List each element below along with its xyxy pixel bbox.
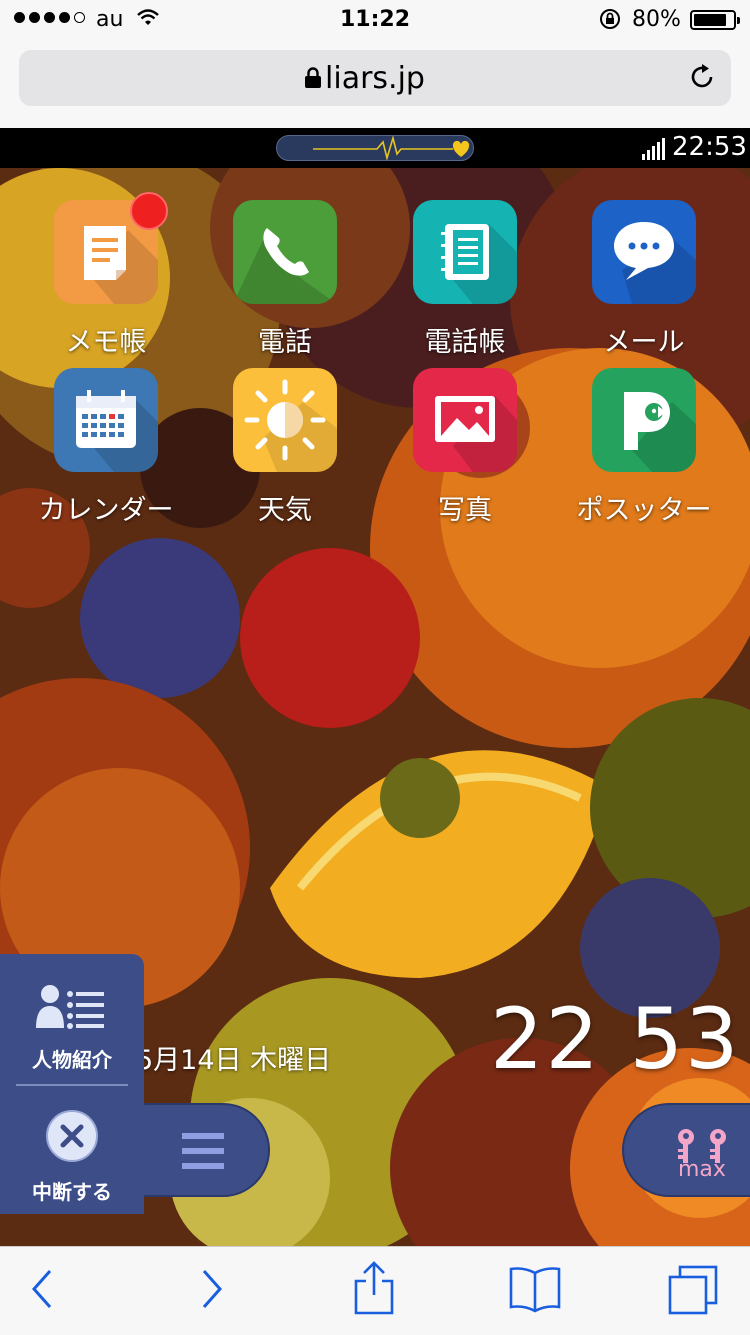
close-icon (60, 1124, 84, 1148)
phone-icon (233, 200, 337, 304)
signal-bars-icon (642, 138, 665, 160)
side-panel: 人物紹介 中断する (0, 954, 144, 1214)
profile-button-label[interactable]: 人物紹介 (0, 1044, 144, 1073)
app-photos[interactable]: 写真 (375, 368, 555, 527)
book-icon[interactable] (508, 1265, 562, 1313)
postter-icon (592, 368, 696, 472)
lock-clock: 22 53 (490, 990, 741, 1088)
notification-badge (130, 192, 168, 230)
quit-button-label[interactable]: 中断する (0, 1176, 144, 1205)
battery-percent: 80% (632, 7, 681, 32)
app-calendar[interactable]: カレンダー (16, 368, 196, 527)
hamburger-icon (182, 1133, 224, 1169)
keys-button[interactable]: max (622, 1103, 750, 1197)
app-label: 電話帳 (424, 327, 506, 358)
app-weather[interactable]: 天気 (195, 368, 375, 527)
address-book-icon (413, 200, 517, 304)
mail-bubble-icon (592, 200, 696, 304)
app-mail[interactable]: メール (554, 200, 734, 359)
app-label: ポスッター (576, 495, 712, 526)
game-screen: 22:53 メモ帳 電話 電話帳 メール カレンダー 天気 写真 ポスッター 5… (0, 128, 750, 1246)
date-text: 5月14日 木曜日 (136, 1045, 332, 1076)
app-label: 写真 (438, 495, 492, 526)
browser-toolbar (0, 1246, 750, 1335)
keys-label: max (678, 1157, 726, 1182)
divider (16, 1084, 128, 1086)
app-label: メール (603, 327, 685, 358)
app-label: メモ帳 (65, 327, 147, 358)
profile-list-icon[interactable] (36, 984, 108, 1032)
calendar-icon (54, 368, 158, 472)
photo-icon (413, 368, 517, 472)
chevron-left-icon[interactable] (28, 1265, 58, 1313)
app-postter[interactable]: ポスッター (554, 368, 734, 527)
quit-button[interactable] (46, 1110, 98, 1162)
app-address-book[interactable]: 電話帳 (375, 200, 555, 359)
battery-icon (690, 10, 740, 30)
rotation-lock-icon (600, 9, 620, 29)
app-label: カレンダー (38, 495, 174, 526)
app-label: 天気 (258, 495, 312, 526)
share-icon[interactable] (352, 1261, 396, 1315)
phone-status-bar: 22:53 (0, 128, 750, 168)
app-memo[interactable]: メモ帳 (16, 192, 196, 359)
url-text: liars.jp (325, 61, 425, 96)
sun-icon (233, 368, 337, 472)
heartbeat-meter (276, 135, 474, 161)
app-label: 電話 (258, 327, 312, 358)
app-phone[interactable]: 電話 (195, 200, 375, 359)
ios-status-bar: au 11:22 80% (0, 0, 750, 40)
address-bar[interactable]: liars.jp (19, 50, 731, 106)
phone-time: 22:53 (672, 132, 747, 162)
browser-address-area: liars.jp (0, 40, 750, 129)
reload-icon[interactable] (687, 62, 717, 92)
chevron-right-icon[interactable] (196, 1265, 226, 1313)
tabs-icon[interactable] (668, 1265, 720, 1315)
